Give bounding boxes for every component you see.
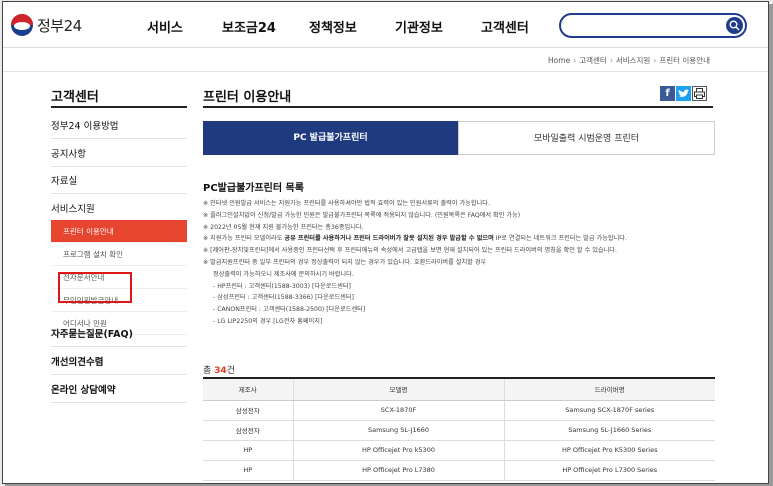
breadcrumb-item[interactable]: 서비스지원 <box>616 56 651 65</box>
breadcrumb-current: 프린터 이용안내 <box>659 56 710 65</box>
result-count: 총 34건 <box>203 366 235 376</box>
sidebar-item-faq[interactable]: 자주묻는질문(FAQ) <box>51 326 187 347</box>
table-cell: HP Officejet Pro L7300 Series <box>503 460 715 481</box>
notice-line: ※ 2022년 05월 현재 지원 불가능한 프린터는 총36종입니다. <box>203 223 364 231</box>
notice-line: 정상출력이 가능하오니 제조사에 문의하시기 바랍니다. <box>213 270 354 278</box>
notice-contact-line: - 삼성프린터 : 고객센터(1588-3366) [다운로드센터] <box>213 294 354 302</box>
print-icon[interactable] <box>692 86 707 101</box>
sidebar-item-service-support[interactable]: 서비스지원 <box>51 201 187 221</box>
notice-line: ※ 플러그인설치없이 신청/발급 가능한 민원은 발급불가프린터 목록에 적용되… <box>203 211 521 219</box>
notice-contact-line: - HP프린터 : 고객센터(1588-3003) [다운로드센터] <box>213 282 351 290</box>
table-cell: 삼성전자 <box>203 420 293 441</box>
chevron-right-icon: › <box>573 56 577 65</box>
column-header: 제조사 <box>203 378 293 401</box>
printer-table: 제조사 모델명 드라이버명 삼성전자 SCX-1870F Samsung SCX-1… <box>203 377 715 481</box>
table-cell: Samsung SCX-1870F series <box>503 400 715 421</box>
notice-line: ※ [제어판-장치및프린터]에서 사용중인 프린터선택 후 프린터메뉴의 속성에… <box>203 247 617 255</box>
table-cell: HP Officejet Pro k5300 <box>292 440 504 461</box>
table-cell: 삼성전자 <box>203 400 293 421</box>
logo-text: 정부24 <box>37 16 82 35</box>
sidebar-item-consult[interactable]: 온라인 상담예약 <box>51 382 187 403</box>
chevron-right-icon: › <box>653 56 657 65</box>
search-icon <box>729 20 740 31</box>
tab-bar: PC 발급불가프린터 모바일출력 시범운영 프린터 <box>203 121 715 155</box>
taegeuk-logo-icon <box>11 14 33 36</box>
browser-page: 정부24 서비스 보조금24 정책정보 기관정보 고객센터 Home › 고객센터 ›… <box>2 1 769 484</box>
table-header-row: 제조사 모델명 드라이버명 <box>203 378 715 401</box>
table-row: HP HP Officejet Pro L7380 HP Officejet Pro… <box>203 460 715 481</box>
table-row: 삼성전자 Samsung SL-J1660 Samsung SL-J1660 Ser… <box>203 420 715 441</box>
chevron-right-icon: › <box>609 56 613 65</box>
table-cell: Samsung SL-J1660 <box>292 420 504 441</box>
sidebar-item-notice[interactable]: 공지사항 <box>51 146 187 167</box>
notice-emphasis: 공유 프린터를 사용하거나 프린터 드라이버가 잘못 설치된 경우 발급할 수 … <box>284 235 494 243</box>
search-button[interactable] <box>726 17 743 34</box>
sidebar-item-guide[interactable]: 정부24 이용방법 <box>51 118 187 139</box>
table-row: 삼성전자 SCX-1870F Samsung SCX-1870F series <box>203 400 715 421</box>
sidebar-item-archive[interactable]: 자료실 <box>51 173 187 194</box>
site-logo[interactable]: 정부24 <box>11 14 82 36</box>
tab-mobile-print-printers[interactable]: 모바일출력 시범운영 프린터 <box>458 121 715 155</box>
submenu-item-printer[interactable]: 프린터 이용안내 <box>51 220 187 243</box>
nav-subsidy[interactable]: 보조금24 <box>222 17 276 36</box>
breadcrumb-home[interactable]: Home <box>548 56 570 65</box>
breadcrumb-item[interactable]: 고객센터 <box>579 56 607 65</box>
search-input[interactable] <box>571 18 711 33</box>
notice-contact-line: - CANON프린터 : 고객센터(1588-2500) [다운로드센터] <box>213 306 366 314</box>
notice-list: ※ 인터넷 민원발급 서비스는 지원가능 프린터를 사용하셔야만 법적 효력이 … <box>203 198 723 328</box>
page-title: 프린터 이용안내 <box>203 90 292 105</box>
search-box <box>559 13 747 38</box>
notice-line: ※ 지원가능 프린터 모델이라도 공유 프린터를 사용하거나 프린터 드라이버가… <box>203 235 627 243</box>
share-buttons: f <box>660 86 707 101</box>
nav-agency[interactable]: 기관정보 <box>395 17 443 36</box>
sidebar-item-feedback[interactable]: 개선의견수렴 <box>51 354 187 375</box>
sidebar-title: 고객센터 <box>51 90 99 105</box>
tab-pc-unsupported-printers[interactable]: PC 발급불가프린터 <box>203 121 458 155</box>
facebook-icon[interactable]: f <box>660 86 675 101</box>
breadcrumb: Home › 고객센터 › 서비스지원 › 프린터 이용안내 <box>548 55 710 66</box>
table-cell: HP Officejet Pro K5300 Series <box>503 440 715 461</box>
nav-policy[interactable]: 정책정보 <box>309 17 357 36</box>
table-cell: HP <box>203 440 293 461</box>
section-title: PC발급불가프린터 목록 <box>203 183 304 194</box>
table-cell: HP Officejet Pro L7380 <box>292 460 504 481</box>
window-shadow <box>769 4 773 486</box>
nav-services[interactable]: 서비스 <box>147 17 183 36</box>
divider <box>203 106 713 108</box>
table-cell: SCX-1870F <box>292 400 504 421</box>
divider <box>51 106 187 108</box>
table-cell: HP <box>203 460 293 481</box>
submenu-item-program-check[interactable]: 프로그램 설치 확인 <box>51 243 187 266</box>
divider <box>3 71 768 72</box>
column-header: 드라이버명 <box>503 378 715 401</box>
notice-line: ※ 발급지원프린터 중 일부 프린터의 경우 정상출력이 되지 않는 경우가 있… <box>203 258 487 266</box>
notice-line: ※ 인터넷 민원발급 서비스는 지원가능 프린터를 사용하셔야만 법적 효력이 … <box>203 200 490 207</box>
notice-contact-line: - LG LIP2250의 경우 [LG전자 홈페이지] <box>213 317 323 325</box>
nav-customer-center[interactable]: 고객센터 <box>481 17 529 36</box>
twitter-icon[interactable] <box>676 86 691 101</box>
column-header: 모델명 <box>292 378 504 401</box>
table-cell: Samsung SL-J1660 Series <box>503 420 715 441</box>
site-header: 정부24 서비스 보조금24 정책정보 기관정보 고객센터 <box>3 2 768 48</box>
annotation-highlight-box <box>58 272 132 303</box>
table-row: HP HP Officejet Pro k5300 HP Officejet Pro… <box>203 440 715 461</box>
count-value: 34 <box>214 366 227 376</box>
